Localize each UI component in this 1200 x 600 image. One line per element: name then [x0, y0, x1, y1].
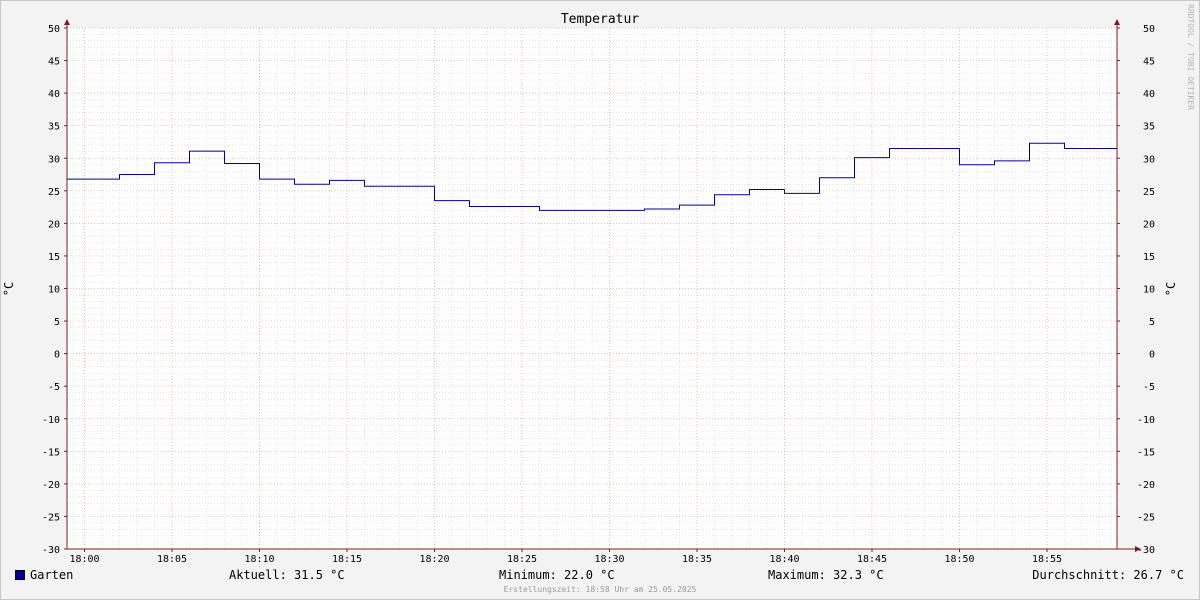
legend-swatch-garten [15, 570, 25, 580]
y-tick-label: 35 [48, 122, 60, 133]
y-tick-label-right: 10 [1143, 285, 1155, 296]
x-tick-label: 18:15 [332, 554, 362, 565]
y-tick-label-right: -5 [1143, 382, 1155, 393]
y-axis-label-left: °C [2, 282, 16, 296]
y-axis-arrow-left [64, 19, 70, 25]
x-tick-label: 18:45 [857, 554, 887, 565]
y-tick-label: -30 [42, 545, 60, 556]
y-axis-label-right: °C [1164, 282, 1178, 296]
y-tick-label: -10 [42, 415, 60, 426]
y-tick-labels: 50454035302520151050-5-10-15-20-25-30 [42, 24, 60, 556]
rrdtool-watermark: RRDTOOL / TOBI OETIKER [1186, 4, 1195, 110]
y-tick-label-right: 0 [1149, 350, 1155, 361]
y-tick-label-right: 5 [1149, 317, 1155, 328]
y-tick-label: 25 [48, 187, 60, 198]
y-tick-label: -5 [48, 382, 60, 393]
y-tick-label-right: -15 [1137, 447, 1155, 458]
y-tick-label: 20 [48, 219, 60, 230]
y-tick-label-right: 15 [1143, 252, 1155, 263]
temperature-chart: 50454035302520151050-5-10-15-20-25-30 50… [2, 12, 1178, 565]
y-tick-label: 45 [48, 57, 60, 68]
y-tick-label: -15 [42, 447, 60, 458]
x-tick-label: 18:05 [157, 554, 187, 565]
y-tick-label-right: 30 [1143, 154, 1155, 165]
y-tick-label: 10 [48, 285, 60, 296]
y-tick-label: 50 [48, 24, 60, 35]
chart-title: Temperatur [561, 12, 639, 27]
y-tick-label-right: -25 [1137, 512, 1155, 523]
x-tick-label: 18:55 [1032, 554, 1062, 565]
x-tick-label: 18:25 [507, 554, 537, 565]
y-tick-label: 5 [54, 317, 60, 328]
legend-minimum: Minimum: 22.0 °C [499, 568, 615, 582]
legend-average: Durchschnitt: 26.7 °C [1032, 568, 1184, 582]
legend-maximum: Maximum: 32.3 °C [768, 568, 884, 582]
y-tick-label: 40 [48, 89, 60, 100]
x-tick-label: 18:50 [944, 554, 974, 565]
y-tick-label: -25 [42, 512, 60, 523]
y-tick-label-right: 25 [1143, 187, 1155, 198]
y-tick-label-right: -10 [1137, 415, 1155, 426]
y-tick-label: 0 [54, 350, 60, 361]
y-tick-label: 30 [48, 154, 60, 165]
x-tick-label: 18:35 [682, 554, 712, 565]
x-tick-label: 18:00 [69, 554, 99, 565]
y-tick-label-right: 35 [1143, 122, 1155, 133]
y-tick-label-right: -30 [1137, 545, 1155, 556]
y-axis-arrow-right [1114, 19, 1120, 25]
creation-timestamp: Erstellungszeit: 18:58 Uhr am 25.05.2025 [503, 585, 697, 594]
legend-series-name: Garten [30, 568, 74, 582]
x-tick-label: 18:40 [769, 554, 799, 565]
x-tick-label: 18:30 [594, 554, 624, 565]
y-tick-labels-right: 50454035302520151050-5-10-15-20-25-30 [1137, 24, 1155, 556]
y-tick-label-right: 20 [1143, 219, 1155, 230]
x-tick-labels: 18:00 18:05 18:10 18:15 18:20 18:25 18:30 18:35… [69, 554, 1062, 565]
y-tick-label: 15 [48, 252, 60, 263]
y-tick-label-right: 50 [1143, 24, 1155, 35]
y-tick-label: -20 [42, 480, 60, 491]
x-tick-label: 18:20 [419, 554, 449, 565]
y-tick-label-right: -20 [1137, 480, 1155, 491]
y-tick-label-right: 45 [1143, 57, 1155, 68]
y-tick-label-right: 40 [1143, 89, 1155, 100]
legend-current: Aktuell: 31.5 °C [229, 568, 345, 582]
x-tick-label: 18:10 [244, 554, 274, 565]
